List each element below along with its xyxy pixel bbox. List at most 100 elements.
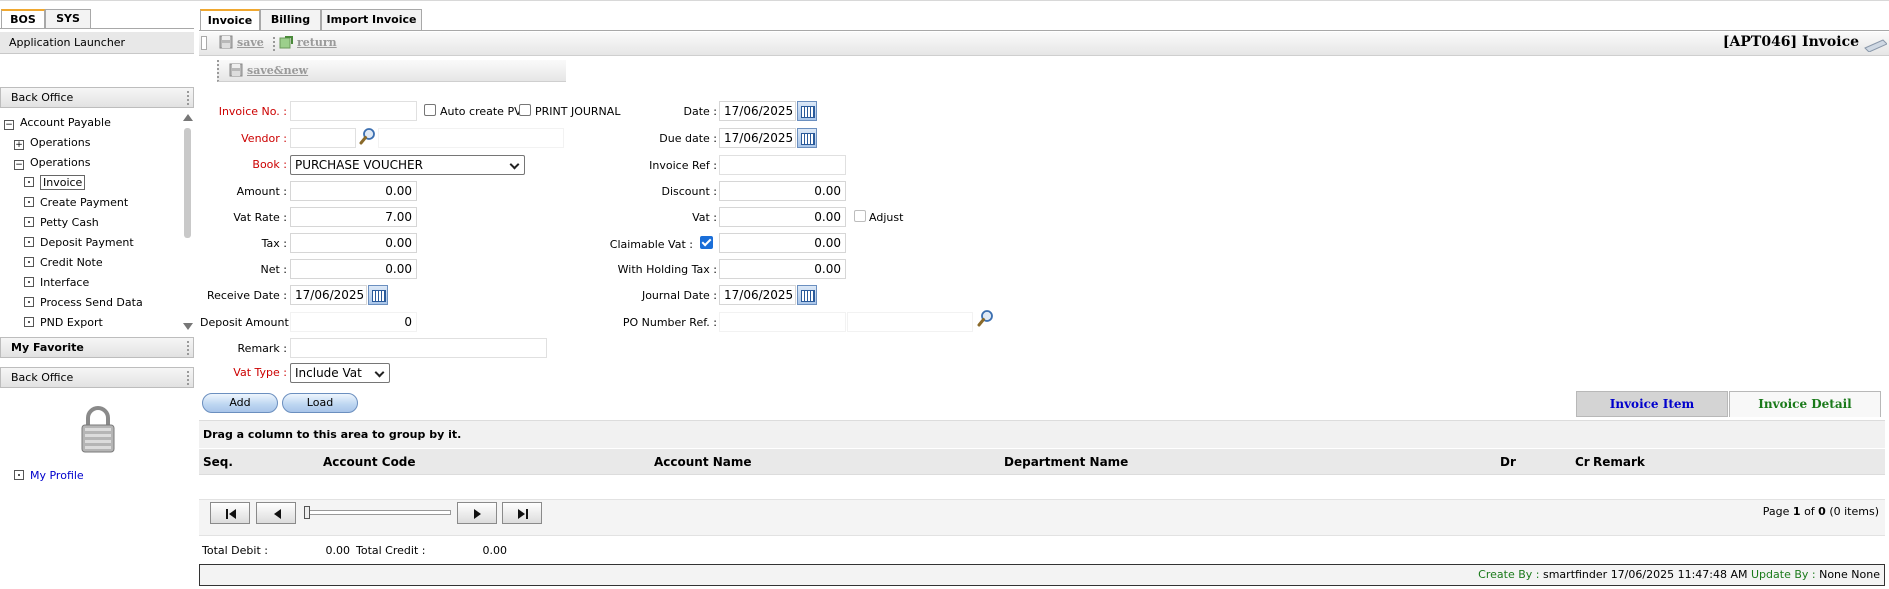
claimable-vat-checkbox[interactable] [700,236,713,249]
column-dr[interactable]: Dr [1500,449,1516,475]
po-number-ref-input[interactable] [719,312,846,332]
calendar-icon[interactable] [797,128,817,148]
print-journal-label: PRINT JOURNAL [535,105,621,118]
page-slider-thumb[interactable] [304,506,310,519]
due-date-input[interactable]: 17/06/2025 [719,128,796,148]
claimable-vat-input[interactable]: 0.00 [719,233,846,253]
tab-import-invoice[interactable]: Import Invoice [321,9,422,30]
collapse-icon[interactable]: − [14,160,24,170]
panel-toggle-icon[interactable] [201,36,207,50]
my-favorite-header[interactable]: My Favorite [0,337,194,358]
invoice-ref-input[interactable] [719,155,846,175]
auto-create-pv-label: Auto create PV [440,105,522,118]
invoice-no-input[interactable] [290,101,417,121]
collapse-icon[interactable]: − [4,120,14,130]
tab-invoice[interactable]: Invoice [200,9,260,30]
tree-scrollbar[interactable] [184,128,191,238]
vat-rate-input[interactable]: 7.00 [290,207,417,227]
update-time: None [1851,568,1880,581]
column-account-code[interactable]: Account Code [323,449,416,475]
calendar-icon[interactable] [797,285,817,305]
application-launcher[interactable]: Application Launcher [0,32,194,54]
group-by-area[interactable]: Drag a column to this area to group by i… [199,420,1885,448]
receive-date-input[interactable]: 17/06/2025 [290,285,367,305]
discount-label: Discount : [661,185,718,198]
vendor-code-input[interactable] [290,128,356,148]
column-account-name[interactable]: Account Name [654,449,752,475]
save-and-new-button[interactable]: save&new [229,62,308,80]
update-by-label: Update By : [1751,568,1816,581]
vat-input[interactable]: 0.00 [719,207,846,227]
page-current: 1 [1792,505,1801,518]
amount-input[interactable]: 0.00 [290,181,417,201]
tree-root[interactable]: − Account Payable [4,113,180,133]
receive-date-label: Receive Date : [206,289,287,302]
tree-item-invoice[interactable]: Invoice [4,173,180,193]
tree-item-credit-note[interactable]: Credit Note [4,253,180,273]
page-slider-track[interactable] [306,510,451,515]
po-number-ref-name-field [847,312,973,332]
tab-bos[interactable]: BOS [1,9,45,28]
calendar-icon[interactable] [368,285,388,305]
scroll-down-icon[interactable] [183,323,193,330]
first-page-button[interactable] [210,502,250,524]
net-input[interactable]: 0.00 [290,259,417,279]
journal-date-input[interactable]: 17/06/2025 [719,285,796,305]
leaf-node-icon [24,177,34,187]
print-journal-checkbox[interactable] [519,104,531,116]
calendar-icon[interactable] [797,101,817,121]
auto-create-pv-checkbox[interactable] [424,104,436,116]
tree-item-pnd-export[interactable]: PND Export [4,313,180,333]
printer-icon[interactable] [1863,36,1887,52]
main-tab-divider [199,30,1889,31]
column-department-name[interactable]: Department Name [1004,449,1128,475]
po-search-icon[interactable] [977,309,995,327]
tab-sys[interactable]: SYS [45,9,91,28]
back-office-header-2[interactable]: Back Office [0,367,194,388]
tab-invoice-item[interactable]: Invoice Item [1576,391,1728,417]
with-holding-tax-input[interactable]: 0.00 [719,259,846,279]
my-profile-link[interactable]: My Profile [14,466,84,486]
tax-input[interactable]: 0.00 [290,233,417,253]
discount-input[interactable]: 0.00 [719,181,846,201]
remark-input[interactable] [290,338,547,358]
vendor-search-icon[interactable] [359,127,377,145]
tax-label: Tax : [261,237,287,250]
scroll-up-icon[interactable] [183,114,193,121]
invoice-ref-label: Invoice Ref : [649,159,717,172]
load-button[interactable]: Load [282,393,358,413]
expand-icon[interactable]: + [14,140,24,150]
tree-item-operations-2[interactable]: − Operations [4,153,180,173]
tab-billing[interactable]: Billing [260,9,321,30]
return-button[interactable]: return [279,34,337,52]
total-debit-value: 0.00 [325,544,351,557]
back-office-label: Back Office [11,91,74,104]
tree-item-operations-1[interactable]: + Operations [4,133,180,153]
last-page-button[interactable] [502,502,542,524]
tree-item-create-payment[interactable]: Create Payment [4,193,180,213]
adjust-label: Adjust [869,211,904,224]
save-label: save [237,36,264,49]
tree-item-process-send-data[interactable]: Process Send Data [4,293,180,313]
column-cr[interactable]: Cr [1575,449,1590,475]
save-button[interactable]: save [219,34,264,52]
tab-invoice-detail[interactable]: Invoice Detail [1729,391,1881,417]
tree-item-deposit-payment[interactable]: Deposit Payment [4,233,180,253]
vat-type-select[interactable]: Include Vat [290,363,390,383]
previous-page-button[interactable] [256,502,296,524]
tree-item-interface[interactable]: Interface [4,273,180,293]
date-input[interactable]: 17/06/2025 [719,101,796,121]
column-seq[interactable]: Seq. [203,449,233,475]
leaf-node-icon [14,470,24,480]
book-select[interactable]: PURCHASE VOUCHER [290,155,525,175]
drag-handle-icon [187,371,189,385]
back-office-header[interactable]: Back Office [0,87,194,108]
update-by-user: None [1819,568,1848,581]
tree-item-petty-cash[interactable]: Petty Cash [4,213,180,233]
add-button[interactable]: Add [202,393,278,413]
adjust-checkbox[interactable] [854,210,866,222]
column-remark[interactable]: Remark [1593,449,1645,475]
vendor-name-field [378,128,564,148]
next-page-button[interactable] [457,502,497,524]
return-label: return [297,36,337,49]
